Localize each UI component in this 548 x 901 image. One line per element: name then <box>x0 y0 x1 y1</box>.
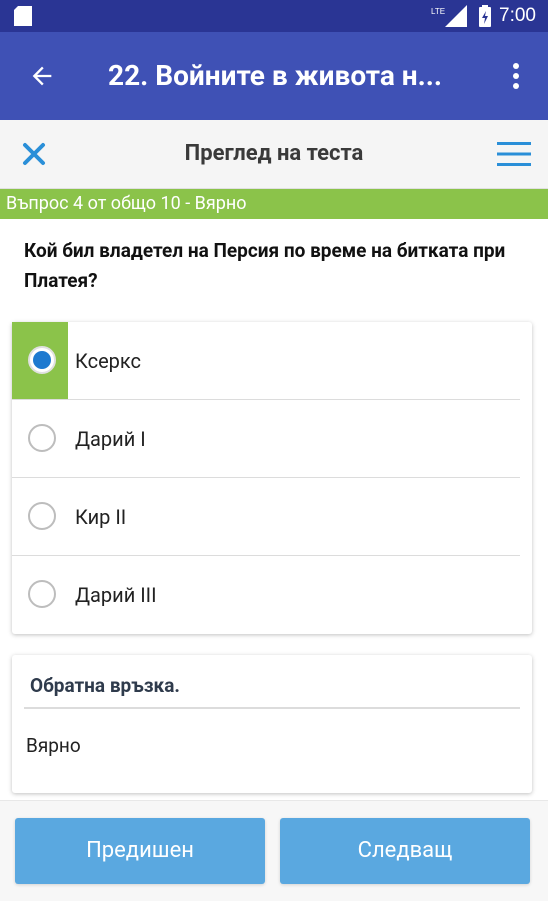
status-icons: LTE 7:00 <box>431 0 536 32</box>
answer-option[interactable]: Ксеркс <box>12 322 532 400</box>
feedback-title: Обратна връзка. <box>30 674 180 697</box>
next-button[interactable]: Следващ <box>280 818 530 884</box>
radio-button-selected[interactable] <box>28 346 56 374</box>
question-status-text: Въпрос 4 от общо 10 - Вярно <box>6 193 247 214</box>
answer-option[interactable]: Дарий III <box>12 556 532 634</box>
answer-option[interactable]: Кир II <box>12 478 532 556</box>
question-list-button[interactable] <box>494 134 534 174</box>
signal-icon: LTE <box>431 5 468 27</box>
previous-button[interactable]: Предишен <box>15 818 265 884</box>
feedback-card: Обратна връзка. Вярно <box>12 655 532 793</box>
radio-button[interactable] <box>28 580 56 608</box>
question-status-bar: Въпрос 4 от общо 10 - Вярно <box>0 189 548 219</box>
divider <box>24 707 520 709</box>
status-time: 7:00 <box>499 5 536 26</box>
radio-button[interactable] <box>28 424 56 452</box>
menu-icon <box>497 142 531 166</box>
radio-button[interactable] <box>28 502 56 530</box>
back-button[interactable] <box>20 54 64 98</box>
answer-option[interactable]: Дарий I <box>12 400 532 478</box>
more-options-button[interactable] <box>500 54 532 98</box>
question-text: Кой бил владетел на Персия по време на б… <box>24 239 506 292</box>
status-bar: LTE 7:00 <box>0 0 548 32</box>
bottom-navigation: Предишен Следващ <box>0 800 548 901</box>
answer-label: Ксеркс <box>75 349 142 373</box>
answers-card: Ксеркс Дарий I Кир II Дарий III <box>12 322 532 634</box>
sd-card-icon <box>14 6 32 26</box>
answer-label: Дарий I <box>75 427 146 451</box>
answer-label: Кир II <box>75 505 127 529</box>
arrow-left-icon <box>32 66 52 86</box>
feedback-text: Вярно <box>26 734 81 757</box>
app-title: 22. Войните в живота н... <box>108 59 442 92</box>
more-vert-icon <box>513 63 519 89</box>
network-type: LTE <box>431 7 445 16</box>
review-toolbar: Преглед на теста <box>0 120 548 189</box>
app-bar: 22. Войните в живота н... <box>0 32 548 120</box>
answer-label: Дарий III <box>75 583 157 607</box>
battery-icon <box>479 5 492 27</box>
review-title: Преглед на теста <box>184 141 364 166</box>
